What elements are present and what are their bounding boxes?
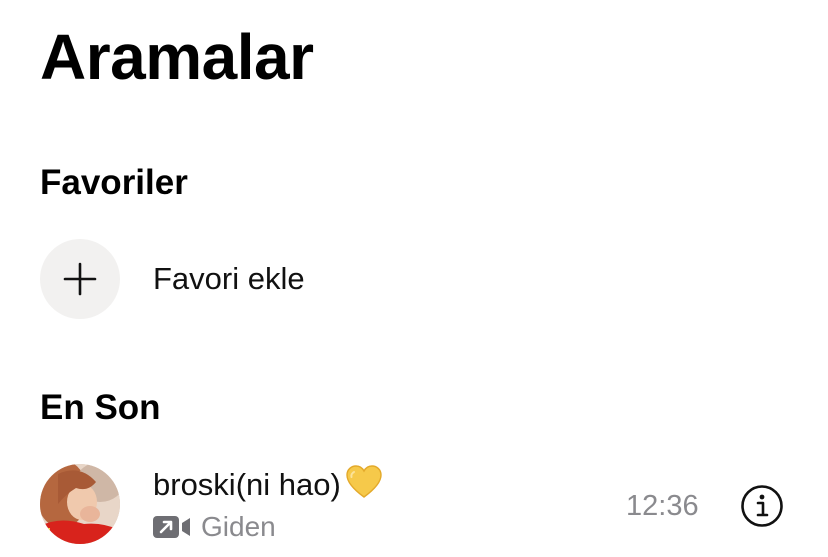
add-favorite-circle[interactable] xyxy=(40,239,120,319)
page-title: Aramalar xyxy=(40,21,314,93)
outgoing-video-call-icon xyxy=(153,516,190,538)
contact-name-text: broski(ni hao) xyxy=(153,467,341,502)
avatar[interactable] xyxy=(40,464,120,544)
calls-screen: Aramalar Favoriler Favori ekle En Son br… xyxy=(0,0,828,557)
contact-name: broski(ni hao) xyxy=(153,464,383,505)
avatar-photo xyxy=(40,464,120,544)
info-button[interactable] xyxy=(740,484,784,528)
info-icon xyxy=(741,485,783,527)
plus-icon xyxy=(63,262,97,296)
add-favorite-button[interactable]: Favori ekle xyxy=(40,239,305,319)
call-time: 12:36 xyxy=(626,490,699,522)
call-direction: Giden xyxy=(201,511,276,542)
favorites-heading: Favoriler xyxy=(40,163,188,202)
call-meta: Giden xyxy=(153,509,276,545)
add-favorite-label: Favori ekle xyxy=(153,261,305,296)
yellow-heart-icon xyxy=(346,465,382,498)
recent-heading: En Son xyxy=(40,388,161,427)
recent-call-row[interactable]: broski(ni hao) Giden 12:36 xyxy=(40,464,800,546)
